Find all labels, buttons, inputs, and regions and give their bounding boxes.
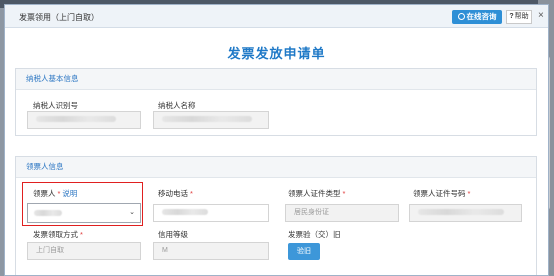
required-mark: * [467, 189, 471, 198]
id-no-field [409, 204, 522, 222]
id-no-label: 领票人证件号码 * [413, 188, 470, 199]
online-consult-label: 在线咨询 [466, 12, 497, 21]
help-button[interactable]: ?帮助 [506, 10, 532, 24]
id-type-label-text: 领票人证件类型 [288, 189, 341, 198]
online-consult-button[interactable]: 在线咨询 [452, 10, 502, 24]
receiver-section-title: 领票人信息 [16, 157, 536, 178]
taxpayer-name-label: 纳税人名称 [158, 101, 196, 110]
verify-old-button[interactable]: 验旧 [288, 243, 320, 260]
redacted-value [162, 116, 252, 123]
dialog-title: 发票领用（上门自取） [19, 13, 99, 22]
highlight-box [22, 182, 143, 226]
required-mark: * [80, 230, 83, 239]
headset-icon [457, 13, 465, 20]
id-type-field: 居民身份证 [285, 204, 399, 222]
required-mark: * [342, 189, 346, 198]
required-mark: * [190, 189, 193, 198]
taxpayer-name-field [153, 111, 269, 129]
pickup-method-field: 上门自取 [27, 242, 141, 260]
credit-level-field: M [153, 242, 269, 260]
taxpayer-id-field [27, 111, 141, 129]
mobile-input[interactable] [153, 204, 269, 222]
help-label: 帮助 [514, 13, 529, 20]
mobile-label-text: 移动电话 [158, 189, 188, 198]
pickup-method-label: 发票领取方式 * [33, 229, 83, 240]
page-title: 发票发放申请单 [227, 46, 326, 61]
id-no-label-text: 领票人证件号码 [413, 189, 466, 198]
mobile-label: 移动电话 * [158, 188, 193, 199]
credit-level-label: 信用等级 [158, 230, 188, 239]
close-icon[interactable]: × [538, 11, 544, 21]
verify-label: 发票验（交）旧 [288, 230, 341, 239]
question-icon: ? [509, 13, 514, 20]
redacted-value [36, 116, 116, 123]
redacted-value [162, 209, 208, 216]
taxpayer-id-label: 纳税人识别号 [33, 101, 78, 110]
taxpayer-section-title: 纳税人基本信息 [16, 69, 536, 90]
dialog-titlebar: 发票领用（上门自取） 在线咨询 ?帮助 × [5, 5, 548, 28]
id-type-label: 领票人证件类型 * [288, 188, 345, 199]
redacted-value [418, 209, 504, 216]
invoice-dialog: 发票领用（上门自取） 在线咨询 ?帮助 × 发票发放申请单 纳税人基本信息 纳税… [4, 4, 549, 276]
pickup-method-label-text: 发票领取方式 [33, 230, 78, 239]
